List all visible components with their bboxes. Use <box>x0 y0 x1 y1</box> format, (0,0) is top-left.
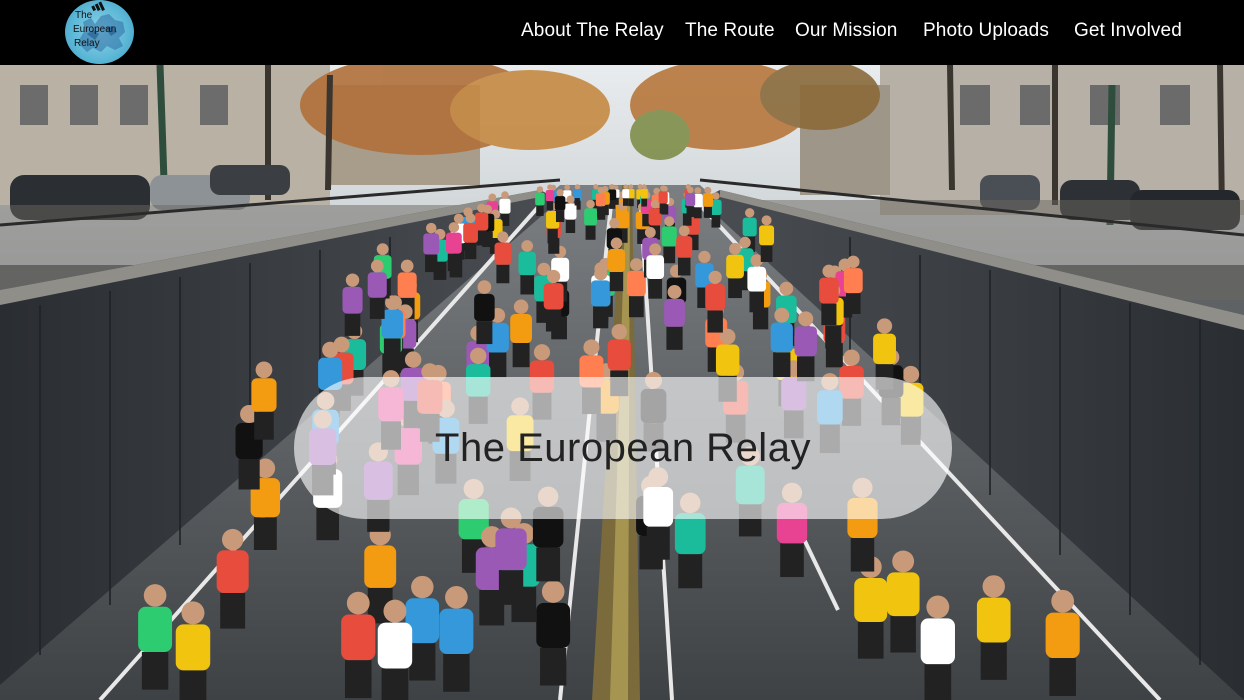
logo-text-line-2: European <box>73 24 117 35</box>
hero-title-card: The European Relay <box>294 377 952 519</box>
site-logo[interactable]: The European Relay <box>65 0 134 64</box>
top-navigation-bar: The European Relay About The Relay The R… <box>0 0 1244 65</box>
nav-our-mission[interactable]: Our Mission <box>795 20 897 42</box>
nav-about-the-relay[interactable]: About The Relay <box>521 20 664 42</box>
nav-photo-uploads[interactable]: Photo Uploads <box>923 20 1049 42</box>
logo-text-line-1: The <box>75 10 93 21</box>
logo-text-line-3: Relay <box>74 38 100 49</box>
hero-banner: The European Relay <box>0 65 1244 700</box>
hero-title: The European Relay <box>435 425 811 470</box>
nav-get-involved[interactable]: Get Involved <box>1074 20 1182 42</box>
nav-the-route[interactable]: The Route <box>685 20 775 42</box>
